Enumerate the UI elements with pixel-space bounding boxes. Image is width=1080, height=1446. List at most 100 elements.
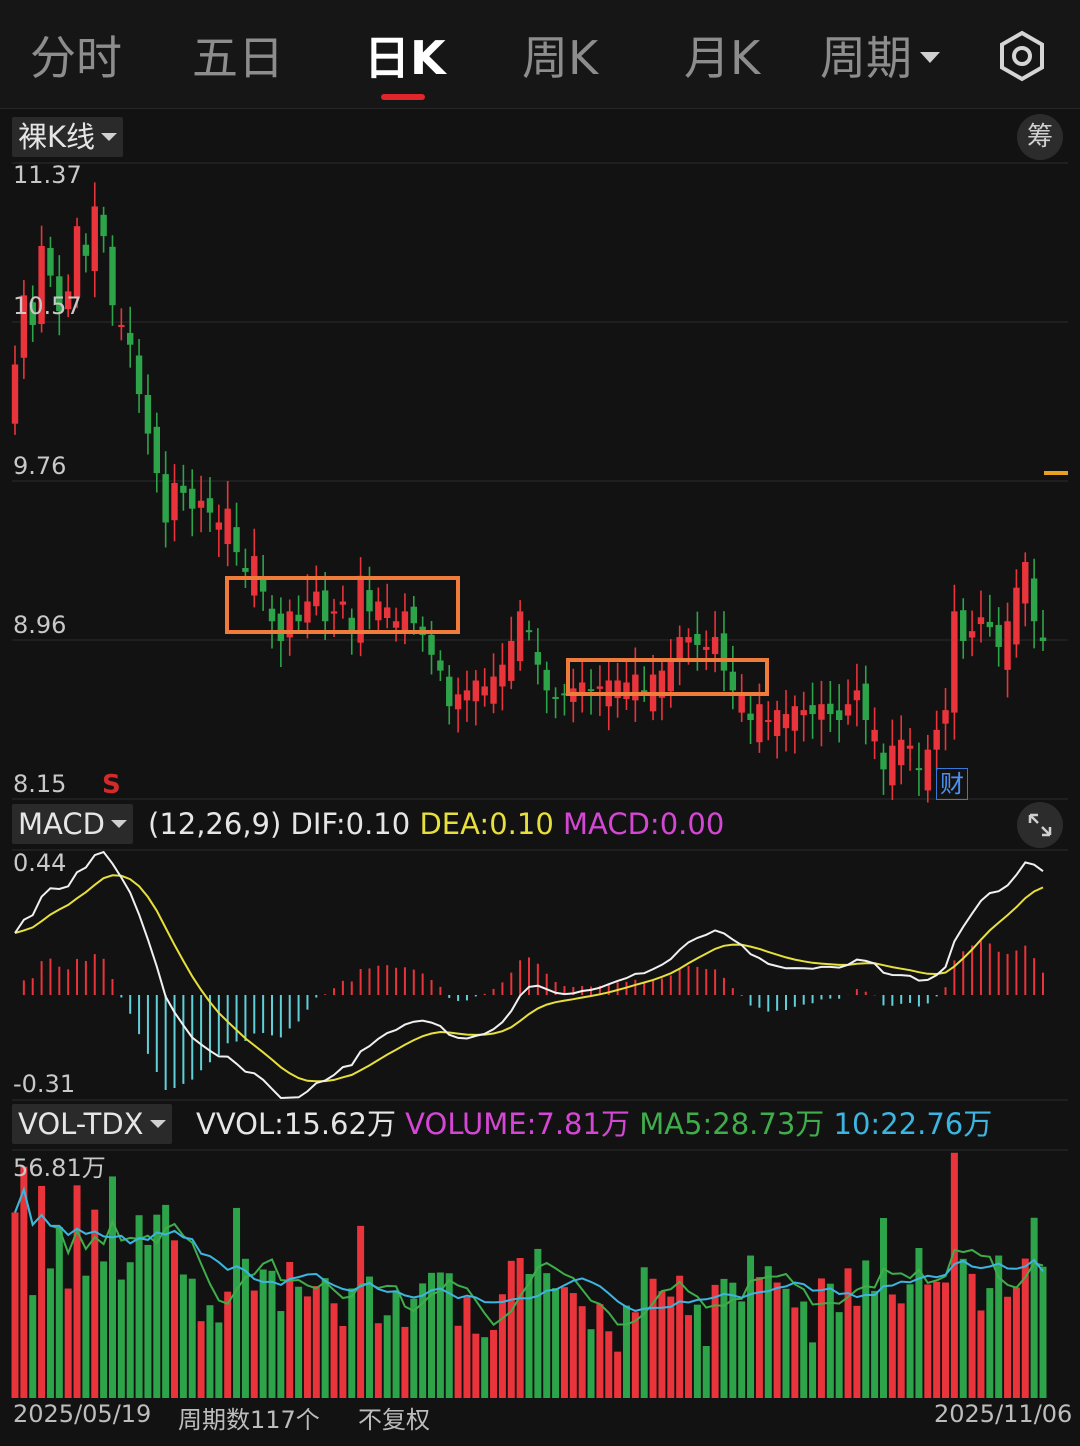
volume-bar <box>312 1286 320 1398</box>
candle-body <box>171 482 178 521</box>
volume-bar <box>1012 1287 1020 1398</box>
volume-bar <box>383 1315 391 1398</box>
candle-body <box>596 686 604 689</box>
volume-bar <box>108 1176 116 1398</box>
candle-body <box>942 710 949 724</box>
dif-label: DIF: <box>290 807 346 841</box>
volume-bar <box>933 1281 941 1398</box>
candle-body <box>100 214 107 237</box>
volume-values-line: VVOL:15.62万 VOLUME:7.81万 MA5:28.73万 10:2… <box>196 1104 992 1144</box>
macd-label: MACD: <box>563 807 660 841</box>
volume-indicator-dropdown[interactable]: VOL-TDX <box>12 1104 172 1144</box>
candle-body <box>454 694 462 710</box>
volume-bar <box>339 1325 347 1398</box>
volume-bar <box>268 1270 276 1398</box>
volume-bar <box>764 1266 772 1398</box>
end-date: 2025/11/06 <box>934 1400 1073 1428</box>
stock-chart-canvas[interactable] <box>0 0 1080 1446</box>
candle-body <box>703 646 710 650</box>
candle-body <box>552 696 559 699</box>
candle-body <box>960 610 967 641</box>
candle-body <box>313 591 320 607</box>
candle-body <box>924 749 931 791</box>
volume-bar <box>853 1305 861 1398</box>
volume-bar <box>631 1312 639 1398</box>
candle-body <box>499 664 506 687</box>
finance-report-marker[interactable]: 财 <box>936 768 968 800</box>
volume-bar <box>516 1258 524 1398</box>
candle-body <box>277 613 285 641</box>
volume-bar <box>711 1284 719 1398</box>
volume-bar <box>330 1303 338 1398</box>
volume-bar <box>817 1278 825 1398</box>
volume-bar <box>507 1260 515 1398</box>
volume-bar <box>888 1294 896 1398</box>
candle-body <box>800 710 807 716</box>
chevron-down-icon <box>101 133 118 141</box>
volume-bar <box>959 1258 967 1398</box>
candle-body <box>295 614 302 622</box>
volume-bar <box>755 1277 763 1398</box>
volume-tick-max: 56.81万 <box>13 1154 106 1182</box>
volume-bar <box>233 1207 241 1398</box>
candle-body <box>1039 637 1047 641</box>
volume-bar <box>197 1321 205 1398</box>
ma10-label: 10: <box>833 1107 881 1141</box>
volume-bar <box>773 1282 781 1398</box>
volume-bar <box>640 1267 648 1398</box>
candle-body <box>446 676 453 707</box>
current-price-marker <box>1044 471 1068 475</box>
candle-body <box>304 601 311 623</box>
candle-body <box>835 710 843 720</box>
candle-body <box>880 752 887 770</box>
price-tick-max: 11.37 <box>13 161 82 189</box>
volume-bar <box>676 1275 684 1398</box>
volume-bar <box>844 1268 852 1398</box>
volume-bar <box>906 1284 914 1398</box>
candle-body <box>951 611 958 713</box>
volume-bar <box>374 1323 382 1398</box>
candle-body <box>933 729 940 750</box>
dea-label: DEA: <box>419 807 490 841</box>
candle-body <box>109 246 116 306</box>
candle-body <box>906 745 914 749</box>
volume-bar <box>463 1296 471 1398</box>
price-tick-min: 8.15 <box>13 770 67 798</box>
dea-value: 0.10 <box>489 807 554 841</box>
volume-bar <box>605 1331 613 1398</box>
candle-body <box>711 637 719 655</box>
candle-body <box>898 739 905 766</box>
volume-bar <box>135 1215 143 1398</box>
volume-bar <box>693 1304 701 1398</box>
candle-body <box>366 590 373 612</box>
chip-distribution-button[interactable]: 筹 <box>1017 114 1063 160</box>
macd-indicator-dropdown[interactable]: MACD <box>12 804 133 844</box>
volume-bar <box>303 1296 311 1398</box>
candle-body <box>871 729 878 742</box>
candle-body <box>437 660 444 671</box>
expand-icon[interactable] <box>1017 802 1063 848</box>
period-count: 周期数117个 <box>178 1406 320 1434</box>
ma5-label: MA5: <box>639 1107 713 1141</box>
volume-bar <box>667 1296 675 1398</box>
volume-bar <box>879 1218 887 1398</box>
candle-body <box>472 680 480 702</box>
candle-body <box>339 601 347 605</box>
volume-bar <box>171 1240 179 1398</box>
candle-body <box>587 689 595 692</box>
vvol-value: 15.62万 <box>283 1107 396 1141</box>
volume-bar <box>950 1152 958 1398</box>
adjust-mode[interactable]: 不复权 <box>358 1400 430 1435</box>
candle-body <box>641 690 648 693</box>
macd-value: 0.00 <box>659 807 725 841</box>
kline-mode-dropdown[interactable]: 裸K线 <box>12 117 124 157</box>
candle-body <box>463 690 471 701</box>
volume-bar <box>685 1315 693 1398</box>
volume-bar <box>64 1288 72 1398</box>
candle-body <box>729 671 737 691</box>
volume-bar <box>826 1283 834 1398</box>
volume-bar <box>986 1288 994 1398</box>
volume-bar <box>924 1284 932 1398</box>
sell-marker[interactable]: S <box>102 770 121 800</box>
candle-body <box>11 364 19 424</box>
